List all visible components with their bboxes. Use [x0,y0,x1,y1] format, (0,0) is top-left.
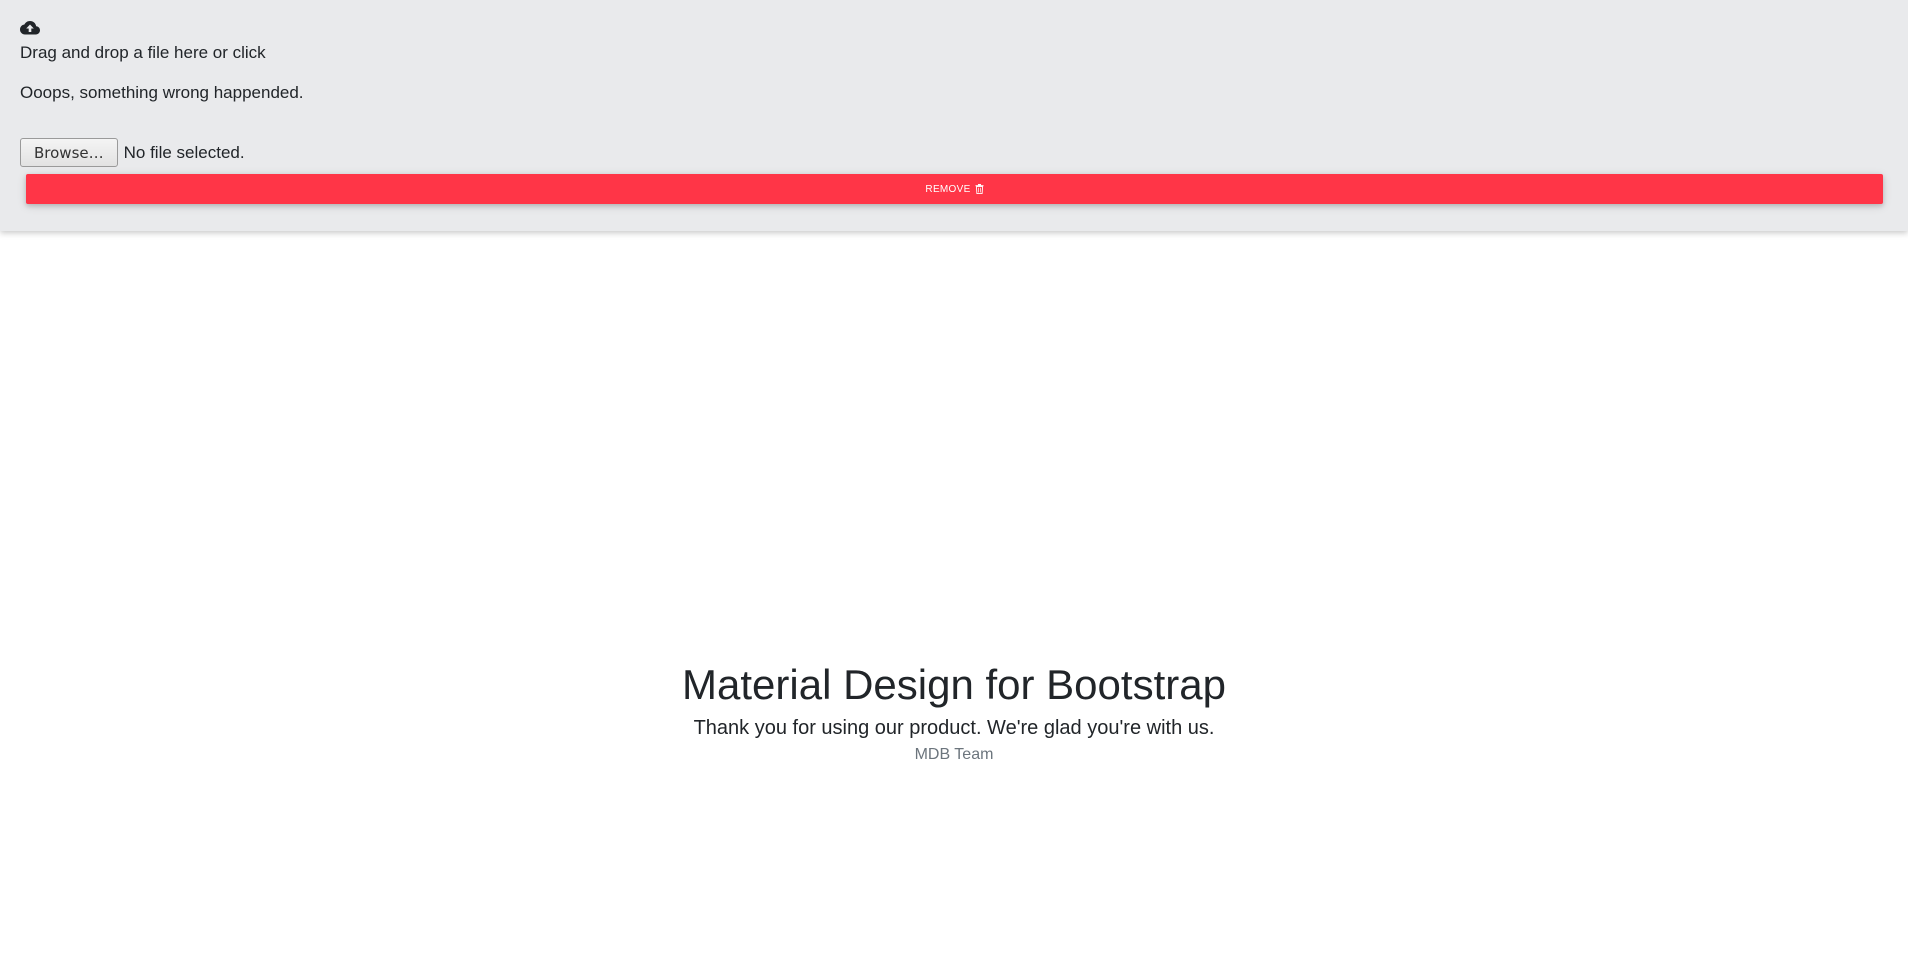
team-signature: MDB Team [914,746,994,763]
browse-button[interactable]: Browse… [20,138,118,167]
hero-subtitle: Thank you for using our product. We're g… [693,717,1215,739]
trash-icon [975,184,984,195]
dropzone-instruction: Drag and drop a file here or click [20,43,266,62]
cloud-upload-icon [20,20,40,36]
remove-button[interactable]: REMOVE [26,174,1883,204]
hero-section: Material Design for Bootstrap Thank you … [0,660,1908,765]
remove-label: REMOVE [925,183,971,195]
file-input[interactable]: Browse… No file selected. [20,138,245,167]
file-dropzone[interactable]: Drag and drop a file here or click Ooops… [0,0,1908,231]
error-message: Ooops, something wrong happended. [20,83,304,102]
page-title: Material Design for Bootstrap [682,661,1226,708]
file-status: No file selected. [123,142,245,162]
